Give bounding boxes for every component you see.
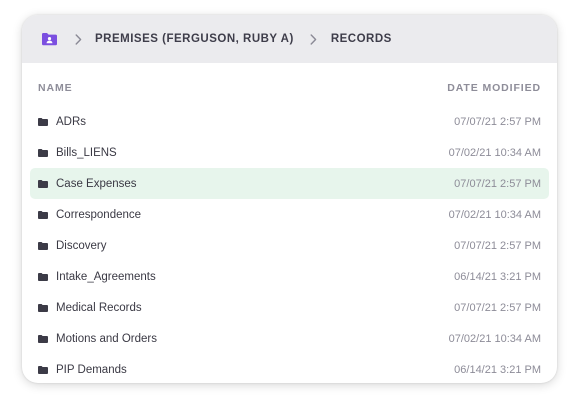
list-item[interactable]: Motions and Orders 07/02/21 10:34 AM [30, 323, 549, 354]
file-name: Case Expenses [56, 177, 137, 190]
list-item[interactable]: PIP Demands 06/14/21 3:21 PM [30, 354, 549, 383]
file-date-modified: 07/07/21 2:57 PM [454, 177, 541, 190]
file-name: Bills_LIENS [56, 146, 117, 159]
folder-icon [38, 179, 48, 188]
list-item-name-cell: Bills_LIENS [38, 147, 117, 159]
list-item-name-cell: Medical Records [38, 302, 142, 314]
column-header-date-modified[interactable]: DATE MODIFIED [447, 82, 541, 94]
list-item[interactable]: Case Expenses 07/07/21 2:57 PM [30, 168, 549, 199]
breadcrumb: PREMISES (FERGUSON, RUBY A) RECORDS [22, 15, 557, 63]
list-item-name-cell: Case Expenses [38, 178, 137, 190]
list-item[interactable]: Bills_LIENS 07/02/21 10:34 AM [30, 137, 549, 168]
file-date-modified: 07/07/21 2:57 PM [454, 115, 541, 128]
list-item[interactable]: Medical Records 07/07/21 2:57 PM [30, 292, 549, 323]
chevron-right-icon [308, 32, 320, 46]
file-date-modified: 06/14/21 3:21 PM [454, 270, 541, 283]
file-browser-card: PREMISES (FERGUSON, RUBY A) RECORDS NAME… [22, 15, 557, 383]
breadcrumb-item-premises[interactable]: PREMISES (FERGUSON, RUBY A) [95, 33, 294, 45]
file-name: ADRs [56, 115, 87, 128]
list-item[interactable]: Intake_Agreements 06/14/21 3:21 PM [30, 261, 549, 292]
breadcrumb-item-records[interactable]: RECORDS [331, 33, 392, 45]
chevron-right-icon [72, 32, 84, 46]
list-item[interactable]: Correspondence 07/02/21 10:34 AM [30, 199, 549, 230]
list-item-name-cell: Motions and Orders [38, 333, 157, 345]
file-name: Motions and Orders [56, 332, 157, 345]
file-date-modified: 07/02/21 10:34 AM [448, 208, 541, 221]
list-item[interactable]: Discovery 07/07/21 2:57 PM [30, 230, 549, 261]
list-item[interactable]: ADRs 07/07/21 2:57 PM [30, 106, 549, 137]
folder-icon [38, 117, 48, 126]
list-item-name-cell: Intake_Agreements [38, 271, 156, 283]
file-date-modified: 06/14/21 3:21 PM [454, 363, 541, 376]
folder-icon [38, 148, 48, 157]
file-name: Discovery [56, 239, 107, 252]
folder-icon [38, 272, 48, 281]
file-list: ADRs 07/07/21 2:57 PM Bills_LIENS 07/02/… [22, 106, 557, 383]
file-name: Intake_Agreements [56, 270, 156, 283]
folder-icon [38, 210, 48, 219]
column-headers: NAME DATE MODIFIED [22, 63, 557, 106]
list-item-name-cell: ADRs [38, 116, 86, 128]
list-item-name-cell: Correspondence [38, 209, 141, 221]
file-date-modified: 07/02/21 10:34 AM [448, 146, 541, 159]
file-name: Correspondence [56, 208, 142, 221]
file-name: PIP Demands [56, 363, 127, 376]
folder-icon [38, 303, 48, 312]
list-item-name-cell: Discovery [38, 240, 106, 252]
folder-icon [38, 334, 48, 343]
file-date-modified: 07/07/21 2:57 PM [454, 239, 541, 252]
file-name: Medical Records [56, 301, 142, 314]
file-date-modified: 07/02/21 10:34 AM [448, 332, 541, 345]
column-header-name[interactable]: NAME [38, 82, 73, 94]
file-date-modified: 07/07/21 2:57 PM [454, 301, 541, 314]
list-item-name-cell: PIP Demands [38, 364, 127, 376]
folder-icon [38, 241, 48, 250]
folder-person-icon[interactable] [41, 32, 58, 46]
folder-icon [38, 365, 48, 374]
